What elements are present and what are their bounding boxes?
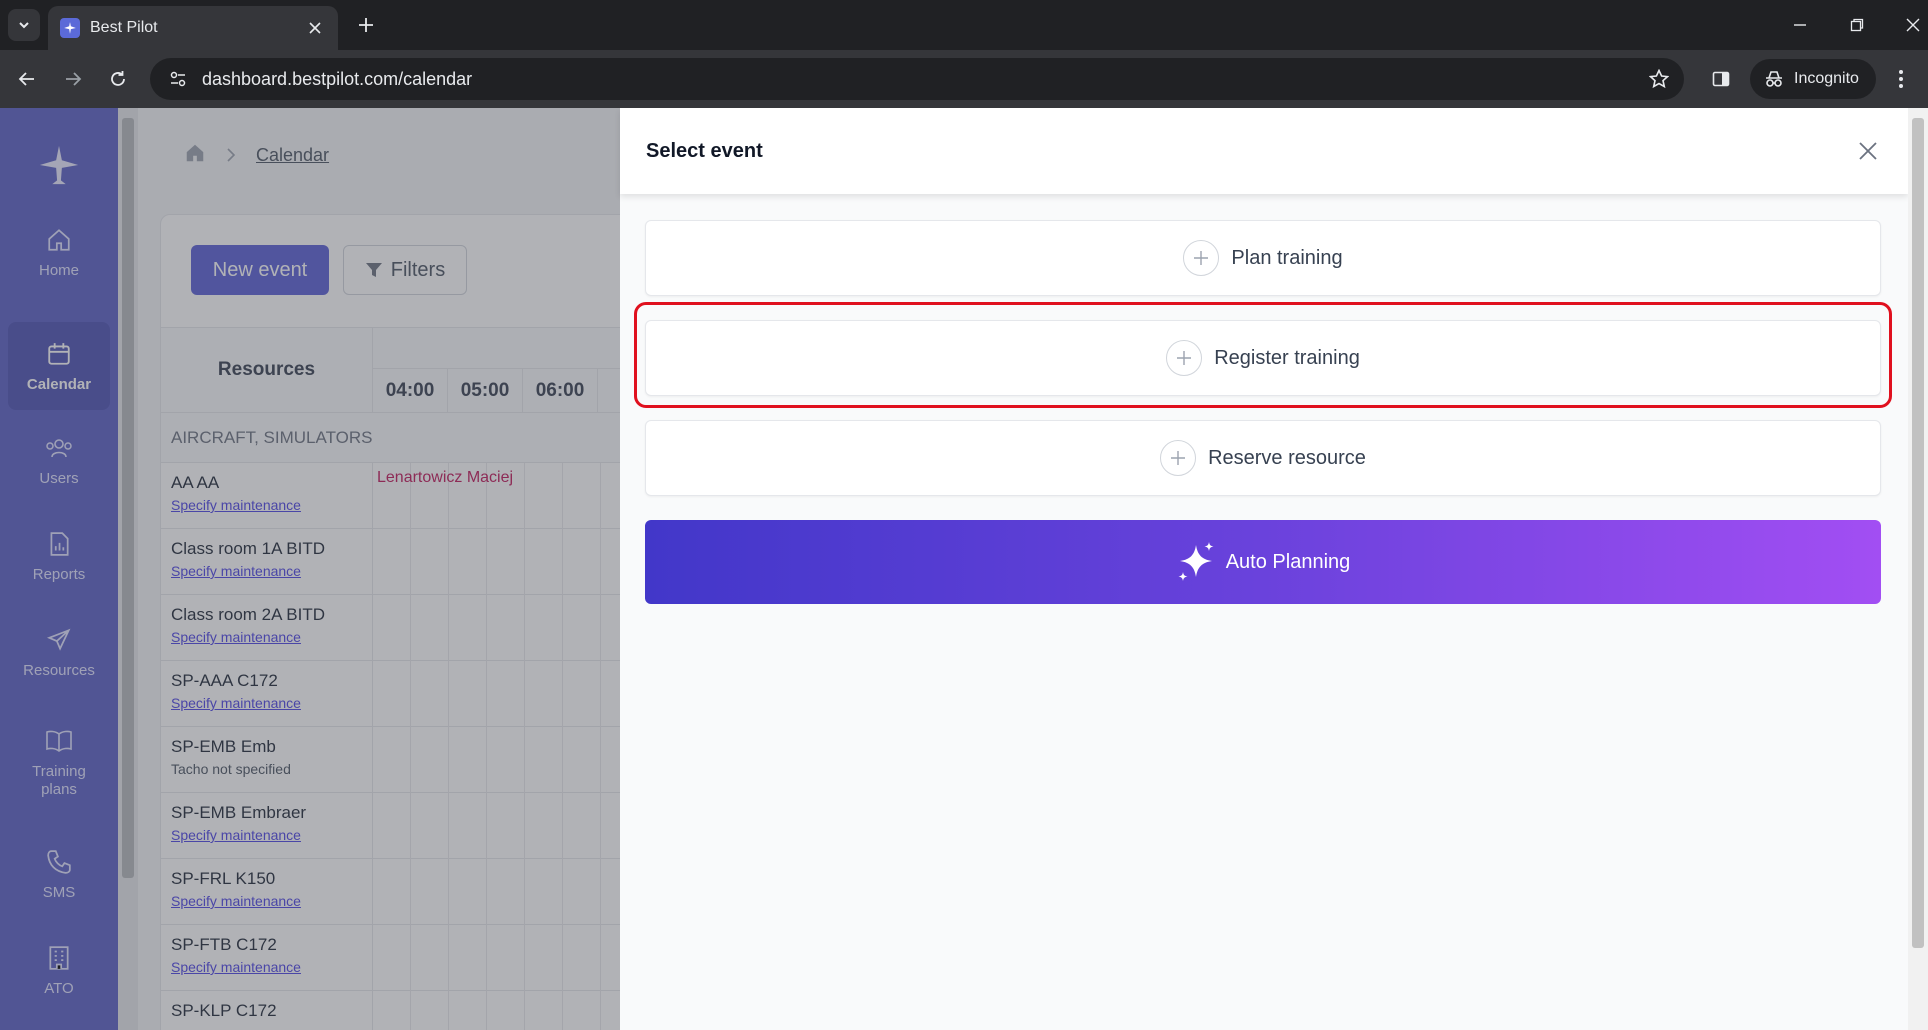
register-training-option[interactable]: Register training <box>645 320 1881 396</box>
page-viewport: Home Calendar Users Reports Resources Tr… <box>0 108 1928 1030</box>
arrow-left-icon <box>18 72 34 86</box>
reload-icon <box>111 71 125 86</box>
reserve-resource-label: Reserve resource <box>1208 446 1366 469</box>
plus-circle-icon <box>1160 440 1197 476</box>
plus-circle-icon <box>1183 240 1220 276</box>
browser-menu-button[interactable] <box>1884 62 1918 96</box>
drawer-title: Select event <box>646 139 763 162</box>
select-event-drawer: Select event Plan training Register trai… <box>620 108 1908 1030</box>
close-icon <box>309 22 321 34</box>
plus-circle-icon <box>1166 340 1203 376</box>
minimize-button[interactable] <box>1785 10 1815 40</box>
more-vertical-icon <box>1899 70 1903 88</box>
arrow-right-icon <box>66 72 82 86</box>
address-bar[interactable]: dashboard.bestpilot.com/calendar <box>150 58 1684 100</box>
forward-button[interactable] <box>56 62 90 96</box>
close-icon <box>1859 142 1877 160</box>
side-panel-button[interactable] <box>1704 62 1738 96</box>
drawer-close-button[interactable] <box>1850 133 1886 169</box>
auto-planning-label: Auto Planning <box>1225 550 1351 573</box>
site-info-icon[interactable] <box>164 65 192 93</box>
bestpilot-favicon-icon <box>60 18 80 38</box>
minimize-icon <box>1794 24 1806 26</box>
window-close-button[interactable] <box>1898 10 1928 40</box>
reserve-resource-option[interactable]: Reserve resource <box>645 420 1881 496</box>
browser-tab-bar: Best Pilot <box>0 0 1928 50</box>
tab-close-button[interactable] <box>304 17 326 39</box>
url-text[interactable]: dashboard.bestpilot.com/calendar <box>202 69 1642 90</box>
incognito-label: Incognito <box>1794 70 1859 87</box>
drawer-scrollbar[interactable] <box>1908 108 1928 1030</box>
plan-training-label: Plan training <box>1231 246 1343 269</box>
register-training-label: Register training <box>1214 346 1360 369</box>
incognito-icon <box>1766 71 1782 87</box>
browser-tab[interactable]: Best Pilot <box>48 6 338 50</box>
tab-search-button[interactable] <box>8 9 40 41</box>
bookmark-star-button[interactable] <box>1642 62 1676 96</box>
incognito-indicator[interactable]: Incognito <box>1750 59 1876 99</box>
new-tab-button[interactable] <box>352 11 380 39</box>
reload-button[interactable] <box>101 62 135 96</box>
star-icon <box>1649 69 1669 89</box>
back-button[interactable] <box>10 62 44 96</box>
auto-planning-button[interactable]: Auto Planning <box>645 520 1881 604</box>
close-icon <box>1906 18 1920 32</box>
side-panel-icon <box>1712 71 1730 87</box>
drawer-header: Select event <box>620 108 1908 194</box>
plan-training-option[interactable]: Plan training <box>645 220 1881 296</box>
sparkles-icon <box>1178 542 1214 581</box>
drawer-scrollbar-thumb[interactable] <box>1912 118 1924 948</box>
plus-icon <box>359 18 373 32</box>
browser-toolbar: dashboard.bestpilot.com/calendar Incogni… <box>0 50 1928 108</box>
tab-title: Best Pilot <box>90 19 158 36</box>
chevron-down-icon <box>19 22 29 29</box>
modal-backdrop[interactable] <box>0 108 620 1030</box>
restore-button[interactable] <box>1842 10 1872 40</box>
restore-icon <box>1850 18 1864 32</box>
